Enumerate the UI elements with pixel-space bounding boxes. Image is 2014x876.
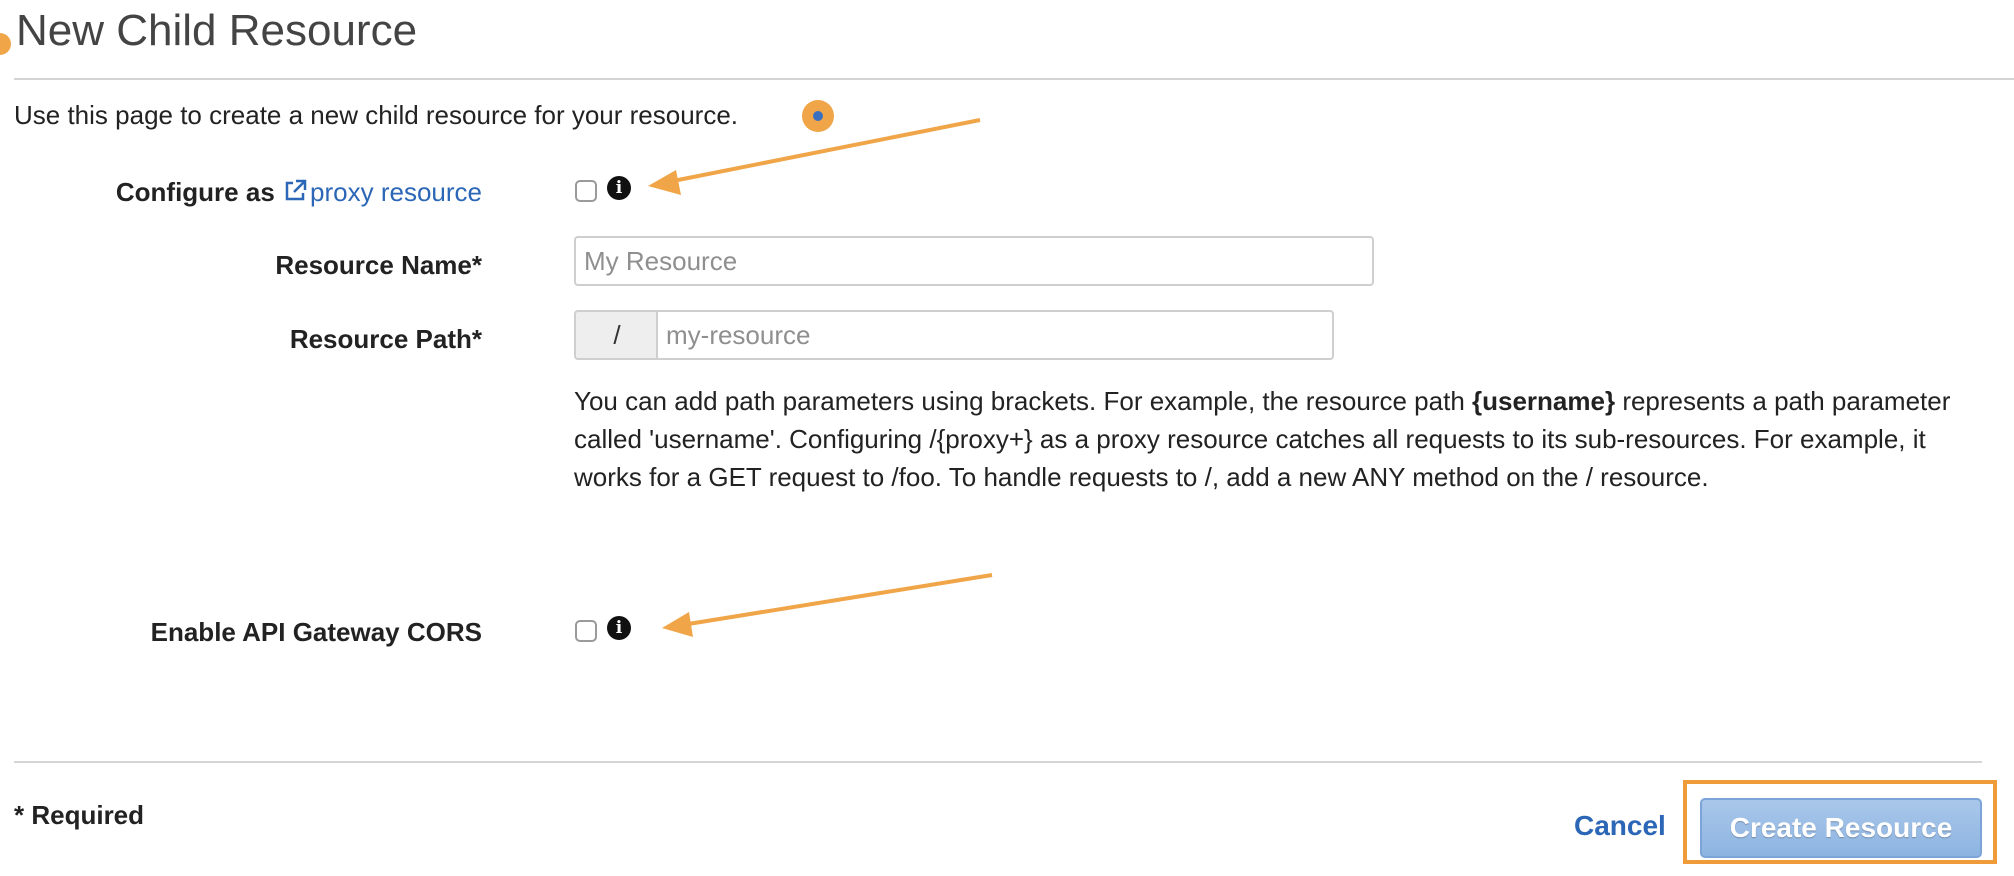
- info-icon[interactable]: i: [607, 616, 631, 640]
- annotation-dot: [0, 33, 11, 55]
- proxy-label-prefix: Configure as: [115, 177, 275, 207]
- cors-checkbox[interactable]: [575, 620, 597, 642]
- page-intro: Use this page to create a new child reso…: [14, 100, 739, 130]
- required-note: * Required: [14, 800, 145, 830]
- resource-path-prefix: /: [574, 310, 658, 360]
- proxy-resource-link[interactable]: proxy resource: [282, 177, 482, 207]
- help-text-part1: You can add path parameters using bracke…: [574, 386, 1473, 416]
- proxy-row-label: Configure as proxy resource: [116, 177, 482, 208]
- resource-path-input[interactable]: [656, 310, 1334, 360]
- cancel-button[interactable]: Cancel: [1574, 810, 1666, 842]
- resource-path-help: You can add path parameters using bracke…: [574, 382, 1974, 496]
- resource-name-input[interactable]: [574, 236, 1374, 286]
- footer-divider: [14, 761, 1982, 763]
- cors-label: Enable API Gateway CORS: [150, 617, 482, 647]
- page-title: New Child Resource: [16, 6, 418, 55]
- resource-path-label: Resource Path*: [289, 324, 482, 354]
- create-resource-button[interactable]: Create Resource: [1700, 798, 1982, 858]
- external-link-icon: [285, 179, 307, 201]
- annotation-arrow: [662, 573, 993, 637]
- resource-name-label: Resource Name*: [275, 250, 482, 280]
- proxy-resource-checkbox[interactable]: [575, 180, 597, 202]
- annotation-dot: [802, 100, 834, 132]
- title-divider: [14, 78, 2014, 80]
- info-icon[interactable]: i: [607, 176, 631, 200]
- proxy-resource-link-text: proxy resource: [310, 177, 482, 207]
- help-param-example: {username}: [1472, 386, 1616, 416]
